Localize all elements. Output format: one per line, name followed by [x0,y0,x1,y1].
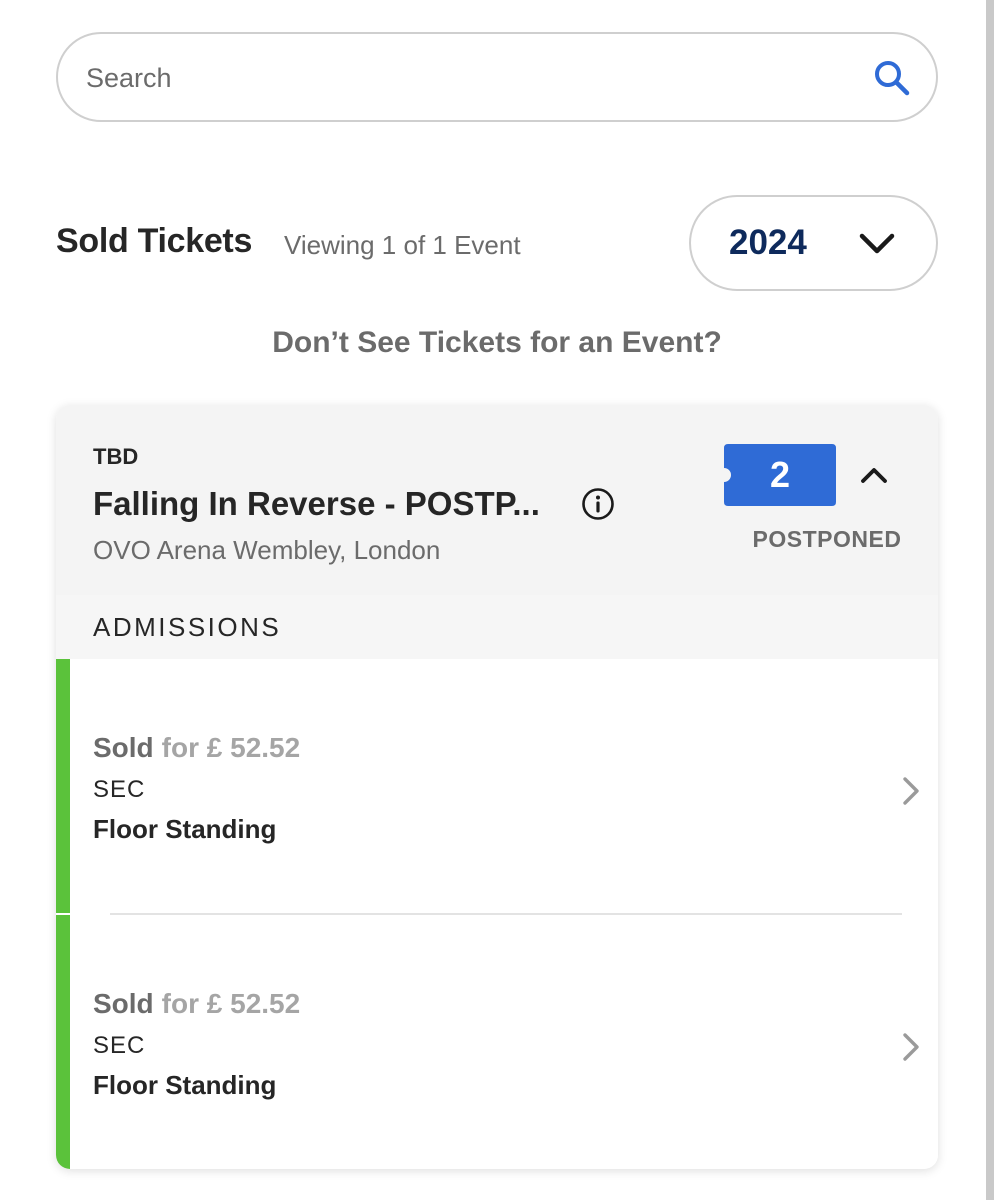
year-value: 2024 [729,223,807,262]
event-date: TBD [93,444,139,469]
section-caption: SEC [93,1032,146,1059]
admissions-section-header: ADMISSIONS [56,595,938,659]
chevron-right-icon [903,777,919,805]
sold-status-bar [56,915,70,1169]
sale-status: Sold [93,732,154,763]
search-icon[interactable] [872,58,912,98]
chevron-down-icon [859,233,895,254]
missing-tickets-link[interactable]: Don’t See Tickets for an Event? [0,326,994,360]
sold-status-bar [56,659,70,913]
event-status: POSTPONED [752,526,902,552]
sale-summary: Sold for £ 52.52 [93,732,300,764]
event-name: Falling In Reverse - POSTP... [93,485,540,522]
section-name: Floor Standing [93,814,277,844]
viewing-count: Viewing 1 of 1 Event [284,230,521,260]
year-dropdown[interactable]: 2024 [689,195,938,291]
event-card-header[interactable]: TBD Falling In Reverse - POSTP... OVO Ar… [56,405,938,595]
event-card: TBD Falling In Reverse - POSTP... OVO Ar… [56,405,938,1169]
sale-summary: Sold for £ 52.52 [93,988,300,1020]
event-venue: OVO Arena Wembley, London [93,535,441,565]
info-icon[interactable] [581,487,615,521]
admissions-label: ADMISSIONS [93,612,282,642]
ticket-count-badge: 2 [769,454,791,495]
chevron-up-icon[interactable] [859,463,889,487]
page-title: Sold Tickets [56,222,253,260]
sold-tickets-page: Sold Tickets Viewing 1 of 1 Event 2024 D… [0,0,994,1200]
sale-price: for £ 52.52 [161,732,301,763]
ticket-row[interactable]: Sold for £ 52.52 SEC Floor Standing [56,915,938,1169]
scrollbar[interactable] [986,0,994,1200]
sale-price: for £ 52.52 [161,988,301,1019]
section-caption: SEC [93,776,146,803]
search-bar [56,32,938,122]
section-name: Floor Standing [93,1070,277,1100]
chevron-right-icon [903,1033,919,1061]
search-input[interactable] [86,56,846,100]
sale-status: Sold [93,988,154,1019]
ticket-row[interactable]: Sold for £ 52.52 SEC Floor Standing [56,659,938,913]
